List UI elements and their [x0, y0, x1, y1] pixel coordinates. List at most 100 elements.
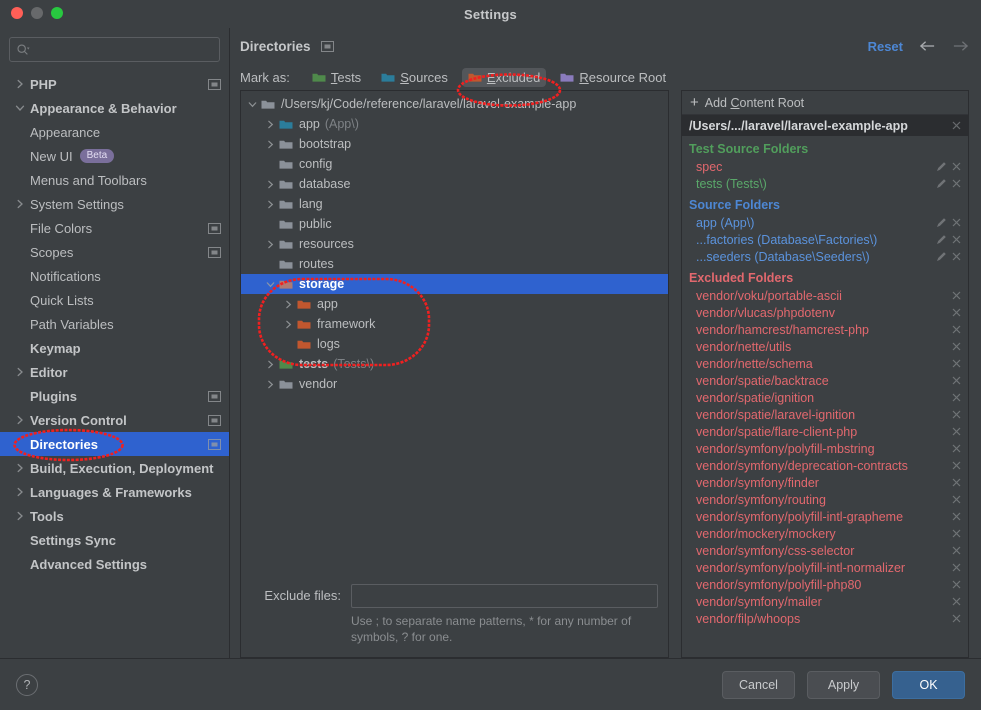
chevron-right-icon[interactable] — [283, 319, 294, 330]
close-icon[interactable] — [949, 118, 964, 133]
tree-row[interactable]: framework — [241, 314, 668, 334]
exclude-files-input[interactable] — [351, 583, 658, 608]
remove-folder-icon[interactable] — [949, 305, 964, 320]
chevron-right-icon[interactable] — [265, 239, 276, 250]
remove-folder-icon[interactable] — [949, 288, 964, 303]
remove-folder-icon[interactable] — [949, 249, 964, 264]
tree-row[interactable]: app — [241, 294, 668, 314]
remove-folder-icon[interactable] — [949, 215, 964, 230]
sidebar-item-quick-lists[interactable]: Quick Lists — [0, 288, 229, 312]
remove-folder-icon[interactable] — [949, 356, 964, 371]
tree-row[interactable]: bootstrap — [241, 134, 668, 154]
chevron-right-icon[interactable] — [283, 299, 294, 310]
edit-folder-icon[interactable] — [934, 215, 949, 230]
folder-list-item[interactable]: ...factories (Database\Factories\) — [682, 231, 968, 248]
remove-folder-icon[interactable] — [949, 424, 964, 439]
tree-row[interactable]: vendor — [241, 374, 668, 394]
chevron-right-icon[interactable] — [14, 486, 26, 498]
chevron-right-icon[interactable] — [265, 179, 276, 190]
tree-row[interactable]: /Users/kj/Code/reference/laravel/laravel… — [241, 94, 668, 114]
chevron-right-icon[interactable] — [14, 78, 26, 90]
chevron-right-icon[interactable] — [14, 198, 26, 210]
folder-list-item[interactable]: vendor/hamcrest/hamcrest-php — [682, 321, 968, 338]
remove-folder-icon[interactable] — [949, 577, 964, 592]
maximize-window-button[interactable] — [51, 7, 63, 19]
sidebar-item-appearance-behavior[interactable]: Appearance & Behavior — [0, 96, 229, 120]
tree-row[interactable]: database — [241, 174, 668, 194]
remove-folder-icon[interactable] — [949, 407, 964, 422]
sidebar-item-plugins[interactable]: Plugins — [0, 384, 229, 408]
sidebar-item-file-colors[interactable]: File Colors — [0, 216, 229, 240]
remove-folder-icon[interactable] — [949, 232, 964, 247]
remove-folder-icon[interactable] — [949, 176, 964, 191]
sidebar-item-version-control[interactable]: Version Control — [0, 408, 229, 432]
tree-row[interactable]: tests (Tests\) — [241, 354, 668, 374]
chevron-right-icon[interactable] — [14, 510, 26, 522]
folder-list-item[interactable]: vendor/symfony/polyfill-intl-normalizer — [682, 559, 968, 576]
folder-list-item[interactable]: vendor/symfony/polyfill-php80 — [682, 576, 968, 593]
folder-list-item[interactable]: vendor/vlucas/phpdotenv — [682, 304, 968, 321]
edit-folder-icon[interactable] — [934, 232, 949, 247]
remove-folder-icon[interactable] — [949, 492, 964, 507]
chevron-right-icon[interactable] — [14, 414, 26, 426]
chevron-right-icon[interactable] — [14, 462, 26, 474]
folder-list-item[interactable]: vendor/spatie/flare-client-php — [682, 423, 968, 440]
folder-list-item[interactable]: vendor/symfony/polyfill-mbstring — [682, 440, 968, 457]
remove-folder-icon[interactable] — [949, 611, 964, 626]
minimize-window-button[interactable] — [31, 7, 43, 19]
folder-list-item[interactable]: vendor/mockery/mockery — [682, 525, 968, 542]
sidebar-item-notifications[interactable]: Notifications — [0, 264, 229, 288]
chevron-right-icon[interactable] — [265, 379, 276, 390]
chevron-down-icon[interactable] — [265, 279, 276, 290]
sidebar-item-keymap[interactable]: Keymap — [0, 336, 229, 360]
edit-folder-icon[interactable] — [934, 176, 949, 191]
apply-button[interactable]: Apply — [807, 670, 880, 699]
tree-row[interactable]: resources — [241, 234, 668, 254]
folder-list-item[interactable]: vendor/symfony/mailer — [682, 593, 968, 610]
remove-folder-icon[interactable] — [949, 526, 964, 541]
mark-as-excluded-button[interactable]: Excluded — [461, 67, 547, 87]
sidebar-item-system-settings[interactable]: System Settings — [0, 192, 229, 216]
sidebar-item-php[interactable]: PHP — [0, 72, 229, 96]
tree-row[interactable]: routes — [241, 254, 668, 274]
close-window-button[interactable] — [11, 7, 23, 19]
tree-row[interactable]: storage — [241, 274, 668, 294]
mark-as-sources-button[interactable]: Sources — [375, 68, 454, 87]
cancel-button[interactable]: Cancel — [722, 670, 795, 699]
remove-folder-icon[interactable] — [949, 458, 964, 473]
sidebar-item-new-ui[interactable]: New UI Beta — [0, 144, 229, 168]
mark-as-resource-root-button[interactable]: Resource Root — [554, 68, 672, 87]
remove-folder-icon[interactable] — [949, 390, 964, 405]
folder-list-item[interactable]: app (App\) — [682, 214, 968, 231]
remove-folder-icon[interactable] — [949, 373, 964, 388]
folder-list-item[interactable]: tests (Tests\) — [682, 175, 968, 192]
sidebar-item-advanced-settings[interactable]: Advanced Settings — [0, 552, 229, 576]
content-root-header[interactable]: /Users/.../laravel/laravel-example-app — [682, 115, 968, 136]
remove-folder-icon[interactable] — [949, 543, 964, 558]
tree-row[interactable]: app (App\) — [241, 114, 668, 134]
remove-folder-icon[interactable] — [949, 560, 964, 575]
chevron-right-icon[interactable] — [265, 119, 276, 130]
sidebar-item-appearance[interactable]: Appearance — [0, 120, 229, 144]
folder-list-item[interactable]: vendor/nette/schema — [682, 355, 968, 372]
sidebar-item-settings-sync[interactable]: Settings Sync — [0, 528, 229, 552]
folder-list-item[interactable]: vendor/spatie/backtrace — [682, 372, 968, 389]
edit-folder-icon[interactable] — [934, 159, 949, 174]
ok-button[interactable]: OK — [892, 670, 965, 699]
folder-list-item[interactable]: vendor/filp/whoops — [682, 610, 968, 627]
chevron-down-icon[interactable] — [247, 99, 258, 110]
arrow-right-icon[interactable] — [952, 39, 969, 53]
chevron-right-icon[interactable] — [14, 366, 26, 378]
folder-list-item[interactable]: vendor/symfony/finder — [682, 474, 968, 491]
search-input[interactable] — [9, 37, 220, 62]
help-button[interactable]: ? — [16, 673, 38, 696]
folder-list-item[interactable]: vendor/symfony/routing — [682, 491, 968, 508]
folder-list-item[interactable]: vendor/spatie/ignition — [682, 389, 968, 406]
folder-list-item[interactable]: vendor/symfony/css-selector — [682, 542, 968, 559]
folder-list-item[interactable]: vendor/nette/utils — [682, 338, 968, 355]
reset-button[interactable]: Reset — [868, 39, 903, 54]
remove-folder-icon[interactable] — [949, 475, 964, 490]
remove-folder-icon[interactable] — [949, 509, 964, 524]
sidebar-item-editor[interactable]: Editor — [0, 360, 229, 384]
remove-folder-icon[interactable] — [949, 322, 964, 337]
